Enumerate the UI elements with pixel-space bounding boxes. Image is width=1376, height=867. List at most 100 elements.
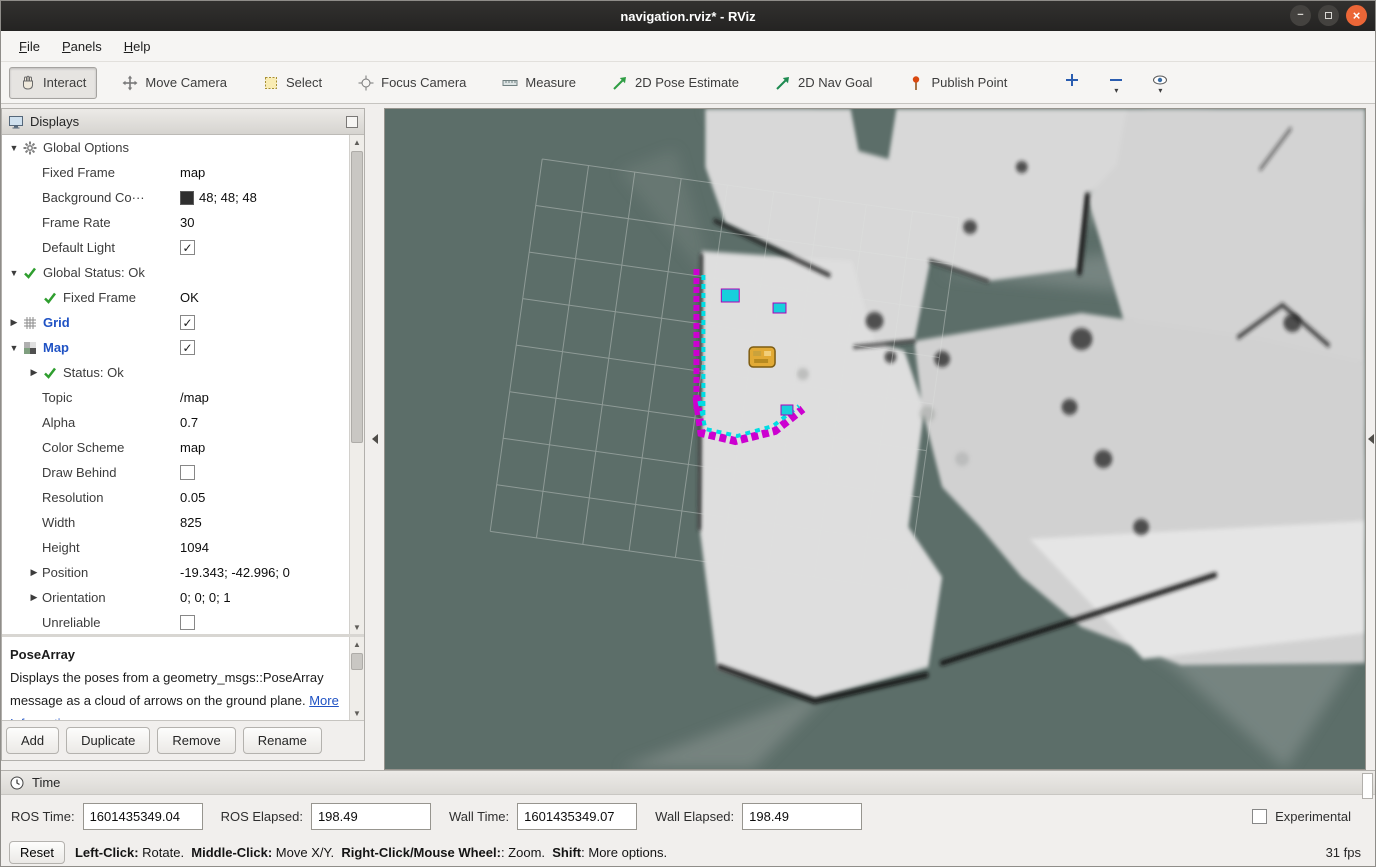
expand-down-icon[interactable]: ▼ [6,343,22,353]
menu-help[interactable]: Help [114,34,161,59]
tree-row-orientation[interactable]: ▶Orientation0; 0; 0; 1 [2,585,349,610]
time-panel-header[interactable]: Time [1,771,1375,795]
property-value[interactable]: 30 [180,215,349,230]
ros-time-input[interactable] [83,803,203,830]
tool-plus-button[interactable] [1058,68,1086,92]
description-content: PoseArray Displays the poses from a geom… [2,637,364,720]
property-name: Position [42,565,88,580]
tree-row-status-ok[interactable]: ▶ Status: Ok [2,360,349,385]
property-value[interactable]: 1094 [180,540,349,555]
property-name: Global Status: Ok [43,265,145,280]
tool-measure[interactable]: Measure [491,67,587,99]
scroll-up-icon[interactable]: ▲ [350,637,364,651]
tree-row-draw-behind[interactable]: Draw Behind [2,460,349,485]
tree-row-width[interactable]: Width 825 [2,510,349,535]
checkbox-unchecked[interactable] [180,615,195,630]
expand-down-icon[interactable]: ▼ [6,143,22,153]
title-bar[interactable]: navigation.rviz* - RViz − × [1,1,1375,31]
property-value[interactable]: -19.343; -42.996; 0 [180,565,349,580]
menu-file[interactable]: File [9,34,50,59]
tool-2d-nav-goal[interactable]: 2D Nav Goal [764,67,883,99]
tree-row-global-options[interactable]: ▼Global Options [2,135,349,160]
property-value[interactable]: 825 [180,515,349,530]
displays-panel-header[interactable]: Displays [2,109,364,135]
property-value[interactable]: 0; 0; 0; 1 [180,590,349,605]
wall-elapsed-input[interactable] [742,803,862,830]
tree-row-map[interactable]: ▼Map✓ [2,335,349,360]
tree-row-grid[interactable]: ▶Grid✓ [2,310,349,335]
property-name: Status: Ok [63,365,124,380]
scroll-up-icon[interactable]: ▲ [350,135,364,149]
toolbar-extra: ▾▾ [1058,68,1174,98]
expand-down-icon[interactable]: ▼ [6,268,22,278]
point-icon [908,75,924,91]
time-panel-handle[interactable] [1362,773,1373,799]
tool-minus-button[interactable]: ▾ [1102,68,1130,98]
tree-row-position[interactable]: ▶Position -19.343; -42.996; 0 [2,560,349,585]
close-button[interactable]: × [1346,5,1367,26]
reset-button[interactable]: Reset [9,841,65,864]
3d-viewport[interactable] [384,108,1366,770]
tree-row-height[interactable]: Height1094 [2,535,349,560]
tree-row-background-co[interactable]: Background Co···48; 48; 48 [2,185,349,210]
duplicate-button[interactable]: Duplicate [66,727,150,754]
property-value[interactable]: 48; 48; 48 [180,190,349,205]
checkbox-checked[interactable]: ✓ [180,340,195,355]
scroll-down-icon[interactable]: ▼ [350,620,364,634]
wall-time-input[interactable] [517,803,637,830]
menu-panels[interactable]: Panels [52,34,112,59]
scroll-down-icon[interactable]: ▼ [350,706,364,720]
remove-button[interactable]: Remove [157,727,235,754]
scrollbar-track[interactable] [350,149,364,620]
minimize-button[interactable]: − [1290,5,1311,26]
tree-row-global-status-ok[interactable]: ▼ Global Status: Ok [2,260,349,285]
tree-row-default-light[interactable]: Default Light✓ [2,235,349,260]
tool-move-camera[interactable]: Move Camera [111,67,238,99]
select-icon [263,75,279,91]
add-button[interactable]: Add [6,727,59,754]
tree-row-resolution[interactable]: Resolution0.05 [2,485,349,510]
expand-right-icon[interactable]: ▶ [6,317,22,328]
ros-elapsed-input[interactable] [311,803,431,830]
tool-focus-camera[interactable]: Focus Camera [347,67,477,99]
property-value[interactable]: 0.05 [180,490,349,505]
panel-float-button[interactable] [346,116,358,128]
expand-right-icon[interactable]: ▶ [26,567,42,578]
property-value[interactable]: 0.7 [180,415,349,430]
description-scrollbar[interactable]: ▲ ▼ [349,637,364,720]
toolbar: Interact Move Camera Select Focus Camera Mea… [1,62,1375,104]
property-value[interactable]: map [180,165,349,180]
expand-right-icon[interactable]: ▶ [26,367,42,378]
scrollbar-handle[interactable] [351,151,363,443]
displays-scrollbar[interactable]: ▲ ▼ [349,135,364,634]
panel-splitter[interactable] [365,108,384,770]
scrollbar-handle[interactable] [351,653,363,670]
scrollbar-track[interactable] [350,651,364,706]
property-value[interactable]: map [180,440,349,455]
experimental-checkbox[interactable] [1252,809,1267,824]
property-name: Width [42,515,75,530]
description-text: Displays the poses from a geometry_msgs:… [10,670,324,708]
expand-right-icon[interactable]: ▶ [26,592,42,603]
property-value[interactable]: OK [180,290,349,305]
checkbox-checked[interactable]: ✓ [180,240,195,255]
tree-row-color-scheme[interactable]: Color Schememap [2,435,349,460]
tool-publish-point[interactable]: Publish Point [897,67,1018,99]
tree-row-topic[interactable]: Topic/map [2,385,349,410]
checkbox-unchecked[interactable] [180,465,195,480]
property-value[interactable]: /map [180,390,349,405]
tool-select[interactable]: Select [252,67,333,99]
maximize-button[interactable] [1318,5,1339,26]
tree-row-alpha[interactable]: Alpha0.7 [2,410,349,435]
tool-2d-pose-estimate[interactable]: 2D Pose Estimate [601,67,750,99]
tree-row-unreliable[interactable]: Unreliable [2,610,349,634]
rename-button[interactable]: Rename [243,727,322,754]
tool-interact[interactable]: Interact [9,67,97,99]
right-dock-splitter[interactable] [1366,108,1375,770]
tree-row-fixed-frame[interactable]: Fixed Framemap [2,160,349,185]
tool-eye-button[interactable]: ▾ [1146,68,1174,98]
tree-row-fixed-frame[interactable]: Fixed FrameOK [2,285,349,310]
status-help-text: Left-Click: Rotate. Middle-Click: Move X… [75,845,1316,860]
tree-row-frame-rate[interactable]: Frame Rate30 [2,210,349,235]
checkbox-checked[interactable]: ✓ [180,315,195,330]
